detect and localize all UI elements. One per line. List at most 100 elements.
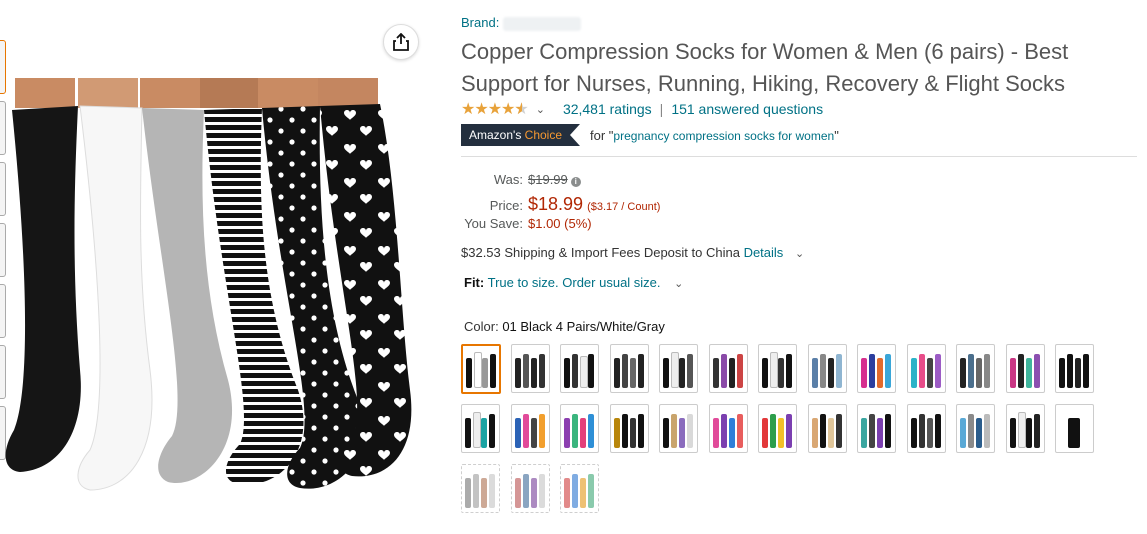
swatch-sock [762, 358, 768, 388]
swatch-sock [1068, 418, 1080, 448]
swatch-sock [663, 418, 669, 448]
chevron-down-icon[interactable]: ⌄ [536, 103, 545, 116]
swatch-sock [712, 418, 719, 448]
swatch-sock [1083, 354, 1089, 388]
swatch-sock [736, 414, 743, 448]
current-price: $18.99 [528, 194, 584, 214]
color-swatch[interactable] [510, 404, 550, 453]
color-swatch[interactable] [1055, 404, 1094, 453]
chevron-down-icon[interactable]: ⌄ [674, 278, 683, 290]
color-swatch[interactable] [758, 344, 797, 393]
color-swatch[interactable] [1005, 344, 1045, 393]
brand-name-redacted[interactable] [503, 16, 582, 31]
swatch-sock [637, 354, 644, 388]
swatch-sock [522, 354, 529, 388]
swatch-sock [720, 414, 727, 448]
swatch-sock [580, 356, 588, 388]
color-swatch[interactable] [956, 344, 995, 393]
swatch-sock [465, 478, 471, 508]
ratings-link[interactable]: 32,481 ratings [563, 101, 652, 117]
color-swatch[interactable] [807, 344, 847, 393]
swatch-sock [629, 358, 636, 388]
color-swatch[interactable] [1055, 344, 1094, 393]
color-swatch[interactable] [857, 404, 896, 453]
price-row: Price: $18.99 ($3.17 / Count) [461, 194, 661, 216]
color-swatch[interactable] [461, 404, 500, 453]
brand-row: Brand: [461, 15, 582, 31]
swatch-sock [663, 358, 669, 388]
swatch-sock [778, 358, 784, 388]
swatch-sock [827, 358, 834, 388]
swatch-sock [918, 354, 925, 388]
color-swatch[interactable] [510, 464, 550, 513]
star-rating[interactable]: ★★★★★ [461, 99, 529, 119]
swatch-sock [466, 358, 472, 388]
rating-row: ★★★★★ ⌄ 32,481 ratings | 151 answered qu… [461, 99, 823, 119]
answered-questions-link[interactable]: 151 answered questions [671, 101, 823, 117]
swatch-sock [538, 414, 545, 448]
swatch-sock [514, 478, 521, 508]
was-label: Was: [493, 172, 523, 187]
color-swatch[interactable] [609, 404, 649, 453]
color-swatch[interactable] [560, 464, 599, 513]
amazons-choice-badge[interactable]: Amazon's Choice [461, 124, 581, 146]
swatch-sock [728, 358, 735, 388]
swatch-sock [976, 358, 982, 388]
product-image[interactable] [0, 70, 440, 510]
swatch-sock [926, 418, 933, 448]
choice-query-link[interactable]: pregnancy compression socks for women [613, 129, 834, 143]
color-swatch[interactable] [906, 344, 946, 393]
swatch-sock [1059, 358, 1065, 388]
separator: | [659, 101, 664, 117]
color-swatch[interactable] [1005, 404, 1045, 453]
color-swatch[interactable] [560, 344, 599, 393]
color-swatch[interactable] [906, 404, 946, 453]
savings-value: $1.00 (5%) [528, 216, 592, 231]
was-price: $19.99 [528, 172, 568, 187]
color-swatch[interactable] [807, 404, 847, 453]
swatch-sock [489, 474, 495, 508]
swatch-sock [572, 354, 578, 388]
swatch-sock [968, 414, 974, 448]
color-swatch[interactable] [461, 464, 500, 513]
swatch-sock [869, 354, 875, 388]
color-swatch[interactable] [857, 344, 896, 393]
half-star-icon: ★ [514, 99, 528, 119]
color-swatch[interactable] [609, 344, 649, 393]
color-swatch[interactable] [510, 344, 550, 393]
swatch-sock [473, 412, 481, 448]
swatch-sock [481, 478, 487, 508]
swatch-sock [728, 418, 735, 448]
color-swatch[interactable] [708, 404, 748, 453]
swatch-sock [968, 354, 974, 388]
color-swatch[interactable] [956, 404, 995, 453]
color-swatch[interactable] [461, 344, 501, 394]
color-label: Color: [464, 319, 499, 334]
swatch-sock [1067, 354, 1073, 388]
color-swatch[interactable] [659, 404, 698, 453]
swatch-sock [613, 358, 620, 388]
swatch-sock [588, 474, 594, 508]
swatch-sock [984, 354, 990, 388]
swatch-sock [712, 358, 719, 388]
share-button[interactable] [383, 24, 419, 60]
chevron-down-icon[interactable]: ⌄ [795, 248, 804, 260]
fit-value[interactable]: True to size. Order usual size. [488, 275, 661, 290]
swatch-sock [720, 354, 727, 388]
swatch-sock [613, 418, 620, 448]
swatch-sock [811, 358, 818, 388]
swatch-sock [1033, 354, 1040, 388]
swatch-sock [687, 414, 693, 448]
color-swatch[interactable] [708, 344, 748, 393]
brand-label: Brand: [461, 15, 500, 30]
color-swatch[interactable] [758, 404, 797, 453]
swatch-sock [934, 414, 941, 448]
color-swatch[interactable] [560, 404, 599, 453]
swatch-sock [572, 474, 578, 508]
swatch-sock [538, 354, 545, 388]
color-swatch[interactable] [659, 344, 698, 393]
info-icon[interactable]: i [570, 177, 581, 187]
swatch-sock [564, 478, 570, 508]
shipping-details-link[interactable]: Details [744, 245, 784, 260]
selected-color: 01 Black 4 Pairs/White/Gray [502, 319, 665, 334]
